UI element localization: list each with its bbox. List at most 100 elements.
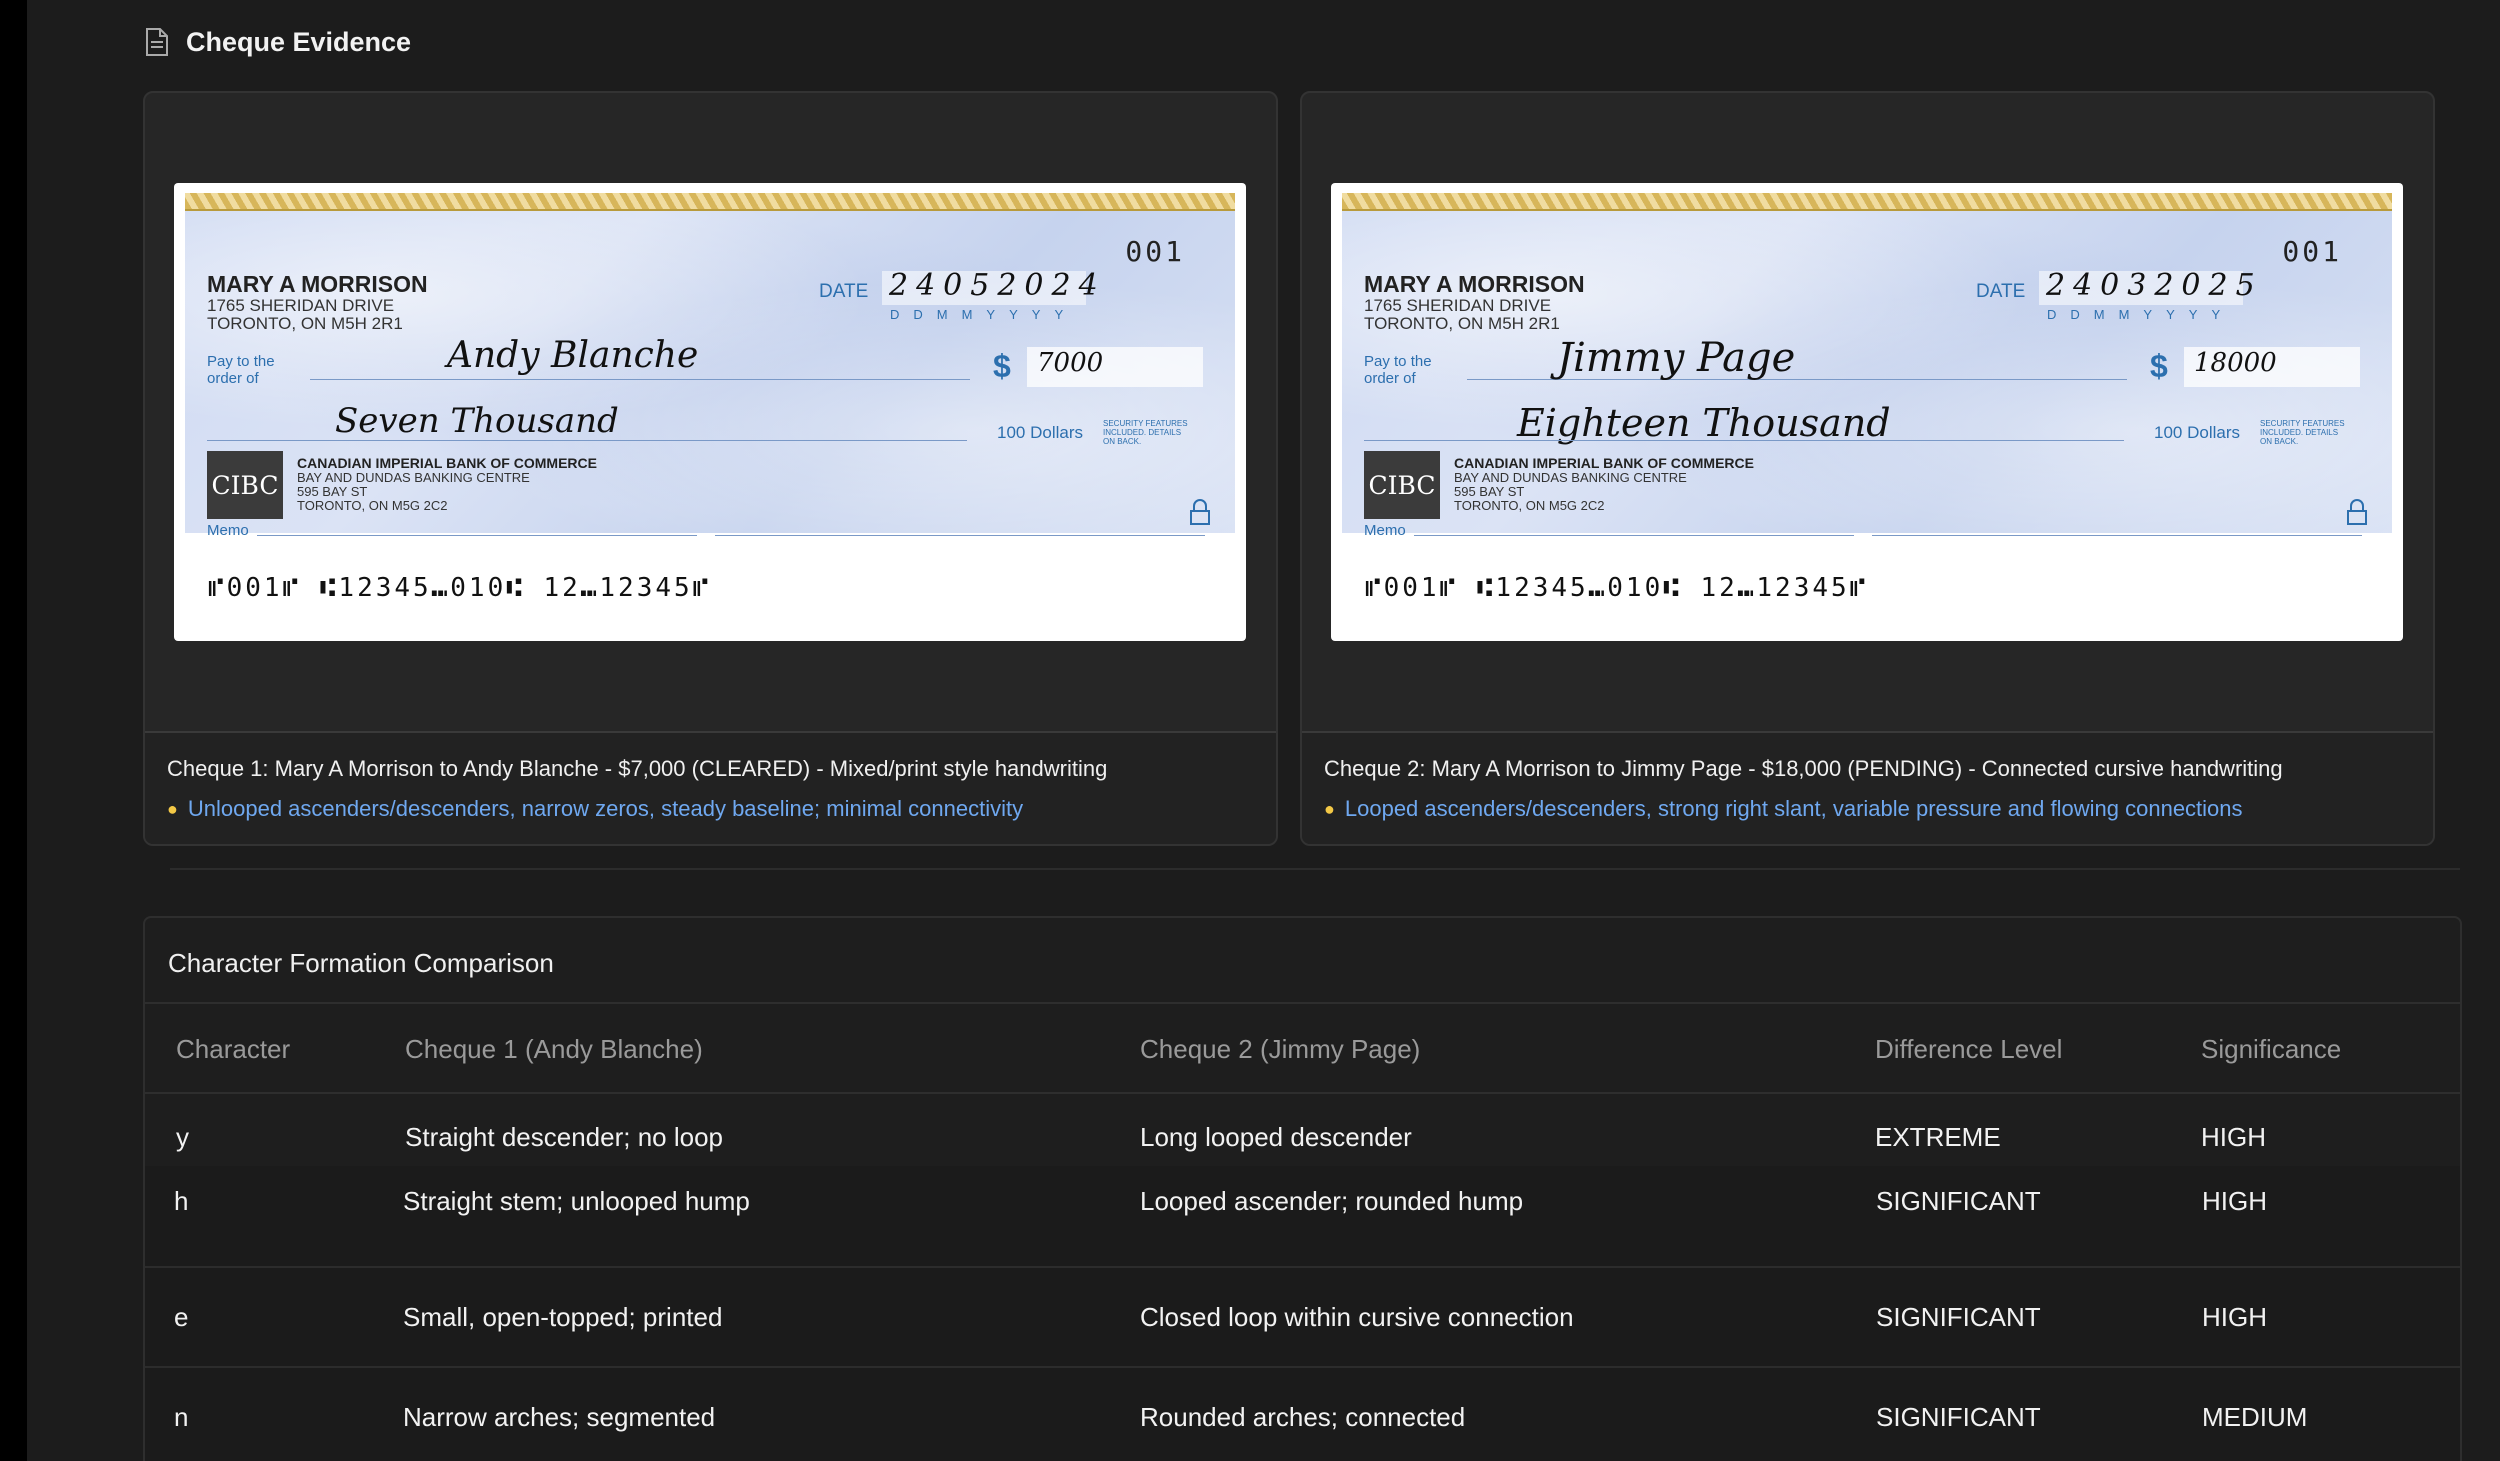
comparison-table: Character Formation Comparison Character… [143,916,2462,1461]
cell-cheque-1: Straight stem; unlooped hump [403,1186,750,1216]
cell-difference: SIGNIFICANT [1876,1186,2041,1216]
memo-line [257,535,697,536]
cell-cheque-2: Rounded arches; connected [1140,1402,1466,1432]
caption-title: Cheque 2: Mary A Morrison to Jimmy Page … [1324,756,2283,781]
cell-cheque-2: Looped ascender; rounded hump [1140,1186,1524,1216]
cheque-paper: 001 MARY A MORRISON 1765 SHERIDAN DRIVE … [185,193,1235,539]
date-hint: DDMMYYYY [890,307,1078,322]
cell-difference: SIGNIFICANT [1876,1402,2041,1432]
table-row[interactable]: y Straight descender; no loop Long loope… [145,1094,2460,1166]
cell-significance: HIGH [2202,1302,2267,1332]
cell-character: h [174,1186,189,1216]
date-hint: DDMMYYYY [2047,307,2235,322]
pay-to-label: Pay to the order of [1364,353,1432,387]
cheque-card-1: 001 MARY A MORRISON 1765 SHERIDAN DRIVE … [143,91,1278,846]
cheque-caption: Cheque 1: Mary A Morrison to Andy Blanch… [145,731,1276,844]
payee-line [310,379,970,380]
dollar-sign: $ [2150,348,2168,384]
cell-difference: EXTREME [1875,1122,2001,1152]
bank-name: CANADIAN IMPERIAL BANK OF COMMERCE [297,455,597,471]
cheque-caption: Cheque 2: Mary A Morrison to Jimmy Page … [1302,731,2433,844]
cell-significance: MEDIUM [2202,1402,2308,1432]
cheque-number: 001 [2282,235,2342,268]
cheque-number: 001 [1125,235,1185,268]
table-row[interactable]: e Small, open-topped; printed Closed loo… [145,1266,2460,1366]
micr-line: ⑈001⑈ ⑆12345⑉010⑆ 12⑉12345⑈ [208,573,712,603]
document-icon [146,28,168,56]
cheque-border [1342,193,2392,211]
bank-logo: CIBC [207,451,283,519]
dollars-label: 100 Dollars [2154,423,2240,442]
cell-character: n [174,1402,189,1432]
cell-cheque-1: Small, open-topped; printed [403,1302,723,1332]
micr-line: ⑈001⑈ ⑆12345⑉010⑆ 12⑉12345⑈ [1365,573,1869,603]
cheque-image[interactable]: 001 MARY A MORRISON 1765 SHERIDAN DRIVE … [174,183,1246,641]
payer-name: MARY A MORRISON [207,271,428,297]
date-value: 24052024 [889,268,1106,303]
caption-note-text: Unlooped ascenders/descenders, narrow ze… [187,796,1024,821]
words-line [207,440,967,441]
cell-cheque-2: Closed loop within cursive connection [1140,1302,1574,1332]
security-text: SECURITY FEATURES INCLUDED. DETAILS ON B… [2260,419,2345,446]
cell-significance: HIGH [2202,1186,2267,1216]
column-header-cheque-1[interactable]: Cheque 1 (Andy Blanche) [405,1034,703,1065]
bank-logo: CIBC [1364,451,1440,519]
cell-cheque-1: Straight descender; no loop [405,1122,723,1152]
cheque-paper: 001 MARY A MORRISON 1765 SHERIDAN DRIVE … [1342,193,2392,539]
signature-line [715,535,1205,536]
table-title: Character Formation Comparison [168,948,554,978]
column-header-cheque-2[interactable]: Cheque 2 (Jimmy Page) [1140,1034,1420,1065]
column-header-significance[interactable]: Significance [2201,1034,2341,1065]
memo-label: Memo [207,522,249,539]
lightbulb-icon: ● [167,798,178,819]
lightbulb-icon: ● [1324,798,1335,819]
cell-significance: HIGH [2201,1122,2266,1152]
caption-note: ● Unlooped ascenders/descenders, narrow … [167,796,1254,822]
cheque-card-2: 001 MARY A MORRISON 1765 SHERIDAN DRIVE … [1300,91,2435,846]
amount-handwriting: 18000 [2194,348,2277,378]
amount-handwriting: 7000 [1037,348,1104,378]
table-row[interactable]: n Narrow arches; segmented Rounded arche… [145,1366,2460,1461]
lock-icon [2347,499,2367,525]
cell-character: e [174,1302,189,1332]
caption-note: ● Looped ascenders/descenders, strong ri… [1324,796,2411,822]
section-title: Cheque Evidence [186,26,412,57]
amount-words-handwriting: Seven Thousand [335,401,619,441]
payer-address: 1765 SHERIDAN DRIVE TORONTO, ON M5H 2R1 [1364,296,1560,333]
table-header: Character Cheque 1 (Andy Blanche) Cheque… [145,1002,2460,1094]
main-content: Cheque Evidence 001 MARY A MORRISON 1765… [27,0,2500,1461]
left-edge-strip [0,0,27,1461]
signature-line [1872,535,2362,536]
cheque-image[interactable]: 001 MARY A MORRISON 1765 SHERIDAN DRIVE … [1331,183,2403,641]
table-row[interactable]: h Straight stem; unlooped hump Looped as… [145,1166,2460,1266]
amount-words-handwriting: Eighteen Thousand [1517,401,1891,445]
words-line [1364,440,2124,441]
cheque-border [185,193,1235,211]
payer-address: 1765 SHERIDAN DRIVE TORONTO, ON M5H 2R1 [207,296,403,333]
bank-address: BAY AND DUNDAS BANKING CENTRE 595 BAY ST… [1454,470,1687,513]
dollars-label: 100 Dollars [997,423,1083,442]
pay-to-label: Pay to the order of [207,353,275,387]
payer-name: MARY A MORRISON [1364,271,1585,297]
date-value: 24032025 [2046,268,2263,303]
memo-label: Memo [1364,522,1406,539]
memo-line [1414,535,1854,536]
dollar-sign: $ [993,348,1011,384]
caption-title: Cheque 1: Mary A Morrison to Andy Blanch… [167,756,1108,781]
date-label: DATE [819,281,869,302]
column-header-character[interactable]: Character [176,1034,290,1065]
payee-handwriting: Jimmy Page [1557,335,1796,381]
caption-note-text: Looped ascenders/descenders, strong righ… [1344,796,2243,821]
date-label: DATE [1976,281,2026,302]
cell-difference: SIGNIFICANT [1876,1302,2041,1332]
security-text: SECURITY FEATURES INCLUDED. DETAILS ON B… [1103,419,1188,446]
payee-handwriting: Andy Blanche [447,335,699,376]
bank-name: CANADIAN IMPERIAL BANK OF COMMERCE [1454,455,1754,471]
bank-address: BAY AND DUNDAS BANKING CENTRE 595 BAY ST… [297,470,530,513]
column-header-difference[interactable]: Difference Level [1875,1034,2062,1065]
cell-character: y [176,1122,189,1152]
section-divider [170,868,2460,870]
cell-cheque-1: Narrow arches; segmented [403,1402,716,1432]
section-header: Cheque Evidence [144,22,411,62]
cell-cheque-2: Long looped descender [1140,1122,1412,1152]
